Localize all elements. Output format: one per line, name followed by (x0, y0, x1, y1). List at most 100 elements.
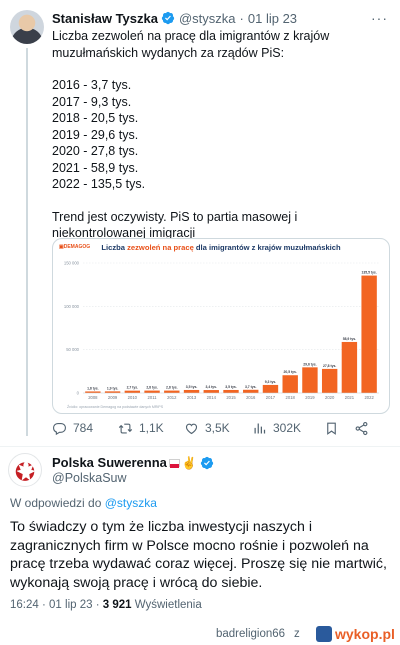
footer-username[interactable]: badreligion66 (216, 628, 285, 640)
bar-value-label: 2,7 tys. (127, 386, 139, 390)
reply-metadata: 16:24 · 01 lip 23 · 3 921 Wyświetlenia (10, 599, 202, 611)
reply-to-context: W odpowiedzi do @styszka (10, 496, 157, 510)
chart-bar (124, 390, 141, 393)
y-tick-label: 150 000 (64, 261, 80, 266)
reply-to-prefix: W odpowiedzi do (10, 496, 105, 510)
chart-bar (361, 275, 377, 393)
bar-value-label: 1,8 tys. (87, 386, 99, 390)
stat-line: 2020 - 27,8 tys. (52, 144, 139, 158)
verified-badge-icon (161, 11, 175, 25)
y-tick-label: 50 000 (66, 347, 79, 352)
bar-value-label: 135,5 tys. (361, 271, 376, 275)
stat-line: 2017 - 9,3 tys. (52, 94, 132, 109)
chart-image[interactable]: ▣DEMAGOG Liczba zezwoleń na pracę dla im… (52, 238, 390, 414)
chart-bar (302, 367, 318, 393)
like-button[interactable]: 3,5K (184, 421, 252, 436)
chart-bar (164, 390, 180, 393)
poland-flag-icon (168, 458, 180, 468)
x-tick-label: 2013 (187, 395, 197, 400)
reply-author-handle[interactable]: @PolskaSuw (52, 471, 127, 485)
bar-value-label: 27,8 tys. (323, 364, 336, 368)
eagle-emblem-icon (16, 460, 36, 481)
divider (0, 446, 400, 447)
verified-badge-icon (200, 456, 213, 469)
bar-value-label: 3,7 tys. (245, 385, 257, 389)
reply-time[interactable]: 16:24 (10, 599, 39, 611)
x-tick-label: 2022 (364, 395, 374, 400)
chart-bar (243, 389, 259, 393)
chart-source: Źródło: opracowanie Demagog na podstawie… (67, 405, 164, 409)
author-name[interactable]: Stanisław Tyszka (52, 11, 158, 26)
x-tick-label: 2009 (108, 395, 118, 400)
reply-author-avatar[interactable] (8, 453, 42, 487)
chart-bar (321, 368, 338, 393)
x-tick-label: 2017 (266, 395, 276, 400)
stat-line: 2019 - 29,6 tys. (52, 127, 139, 142)
reply-text: To świadczy o tym że liczba inwestycji n… (10, 519, 387, 591)
share-button[interactable] (354, 421, 374, 436)
reply-to-link[interactable]: @styszka (105, 496, 157, 510)
wykop-site: wykop.pl (335, 626, 395, 642)
author-handle[interactable]: @styszka (179, 11, 236, 26)
y-tick-label: 0 (77, 391, 80, 396)
stat-line: 2018 - 20,5 tys. (52, 111, 139, 125)
bar-value-label: 3,5 tys. (186, 385, 198, 389)
x-tick-label: 2015 (226, 395, 236, 400)
bar-chart: 0 50 000 100 000 150 000 1,8 tys. 2008 1,9 tys… (64, 261, 379, 400)
separator-dot: · (41, 599, 46, 611)
separator-dot: · (239, 10, 244, 26)
reply-date[interactable]: 01 lip 23 (49, 599, 92, 611)
views-count: 302K (273, 421, 302, 435)
share-icon (355, 421, 368, 435)
wykop-logo-icon (316, 626, 332, 642)
peace-hand-icon: ✌ (181, 455, 197, 470)
bar-value-label: 2,8 tys. (146, 386, 158, 390)
tweet-text: Liczba zezwoleń na pracę dla imigrantów … (52, 28, 392, 242)
tweet-header: Stanisław Tyszka @styszka · 01 lip 23 ··… (52, 9, 388, 27)
reply-views-count: 3 921 (102, 599, 132, 611)
x-tick-label: 2014 (207, 395, 217, 400)
chart-bar (262, 384, 279, 393)
bar-value-label: 20,5 tys. (284, 370, 297, 374)
x-tick-label: 2020 (325, 395, 335, 400)
stat-line: 2021 - 58,9 tys. (52, 160, 139, 175)
bar-value-label: 29,6 tys. (303, 362, 316, 366)
views-button[interactable]: 302K (252, 421, 324, 436)
tweet-date[interactable]: 01 lip 23 (248, 11, 297, 26)
chart-bar (183, 389, 200, 393)
tweet-actions: 784 1,1K 3,5K 302K (52, 418, 386, 438)
bar-value-label: 1,9 tys. (107, 386, 119, 390)
y-tick-label: 100 000 (64, 304, 80, 309)
chart-bar (341, 341, 358, 393)
author-avatar[interactable] (10, 10, 44, 44)
reply-author-name[interactable]: Polska Suwerenna (52, 455, 167, 470)
x-tick-label: 2012 (167, 395, 177, 400)
bookmark-button[interactable] (324, 421, 354, 436)
more-options-icon[interactable]: ··· (371, 10, 388, 26)
tweet-outro: Trend jest oczywisty. PiS to partia maso… (52, 209, 298, 241)
wykop-logo[interactable]: wykop.pl (316, 625, 395, 643)
analytics-icon (254, 423, 266, 433)
stat-line: 2016 - 3,7 tys. (52, 78, 132, 92)
thread-line (26, 48, 28, 436)
retweet-icon (118, 423, 133, 433)
chart-bar (282, 375, 298, 393)
reply-views-label: Wyświetlenia (134, 599, 202, 611)
bar-value-label: 58,9 tys. (343, 337, 356, 341)
stat-line: 2022 - 135,5 tys. (52, 177, 146, 191)
heart-icon (185, 423, 198, 434)
reply-author-name-row: Polska Suwerenna ✌ (52, 455, 218, 470)
retweet-button[interactable]: 1,1K (118, 421, 184, 436)
x-tick-label: 2008 (88, 395, 98, 400)
reply-icon (52, 422, 67, 435)
x-tick-label: 2011 (148, 395, 158, 400)
x-tick-label: 2021 (345, 395, 355, 400)
reply-button[interactable]: 784 (52, 421, 118, 436)
bar-value-label: 2,8 tys. (166, 386, 178, 390)
bar-value-label: 3,5 tys. (225, 385, 237, 389)
retweet-count: 1,1K (139, 421, 164, 435)
footer-separator: z (294, 628, 300, 640)
x-tick-label: 2016 (246, 395, 256, 400)
separator-dot: · (95, 599, 100, 611)
stats-list: 2016 - 3,7 tys. 2017 - 9,3 tys. 2018 - 20,… (52, 77, 392, 193)
